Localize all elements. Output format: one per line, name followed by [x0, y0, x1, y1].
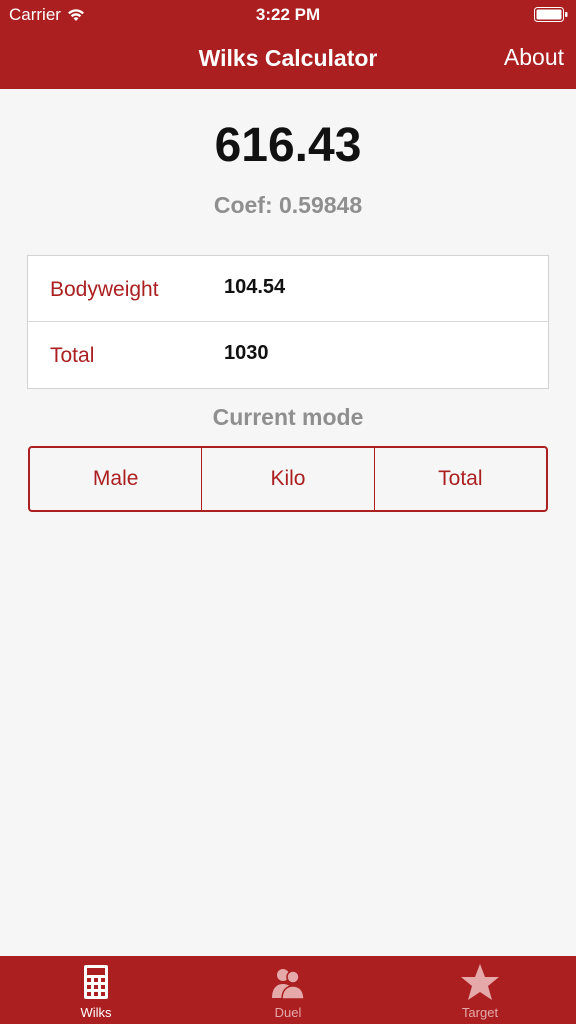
page-title: Wilks Calculator	[198, 45, 378, 71]
tab-wilks[interactable]: Wilks	[0, 956, 192, 1024]
star-icon	[461, 964, 499, 1000]
total-label: Total	[50, 344, 95, 367]
bodyweight-label: Bodyweight	[50, 278, 159, 301]
input-table: Bodyweight 104.54 Total 1030	[27, 255, 549, 389]
total-row[interactable]: Total 1030	[28, 322, 548, 388]
bodyweight-row[interactable]: Bodyweight 104.54	[28, 256, 548, 322]
tab-bar: Wilks Duel Target	[0, 956, 576, 1024]
tab-target-label: Target	[461, 1005, 499, 1020]
mode-unit-button[interactable]: Kilo	[201, 448, 373, 510]
about-button[interactable]: About	[504, 44, 564, 71]
mode-segmented-control: Male Kilo Total	[28, 446, 548, 512]
people-icon	[272, 969, 305, 1000]
status-bar: Carrier 3:22 PM	[0, 0, 576, 30]
bodyweight-field[interactable]: 104.54	[224, 276, 285, 299]
tab-wilks-label: Wilks	[80, 1005, 112, 1020]
status-time: 3:22 PM	[255, 5, 321, 24]
navigation-bar: Carrier 3:22 PM Wilks Calculator About	[0, 0, 576, 89]
coefficient-text: Coef: 0.59848	[213, 192, 363, 218]
tab-duel[interactable]: Duel	[192, 956, 384, 1024]
battery-icon	[534, 7, 568, 22]
mode-type-button[interactable]: Total	[373, 448, 546, 510]
mode-gender-button[interactable]: Male	[30, 448, 201, 510]
wilks-score: 616.43	[214, 119, 362, 172]
total-field[interactable]: 1030	[224, 342, 269, 365]
tab-target[interactable]: Target	[384, 956, 576, 1024]
tab-duel-label: Duel	[274, 1005, 302, 1020]
app-root: Carrier 3:22 PM Wilks Calculator About 6…	[0, 0, 576, 1024]
current-mode-heading: Current mode	[212, 404, 364, 430]
calculator-icon	[84, 965, 108, 999]
